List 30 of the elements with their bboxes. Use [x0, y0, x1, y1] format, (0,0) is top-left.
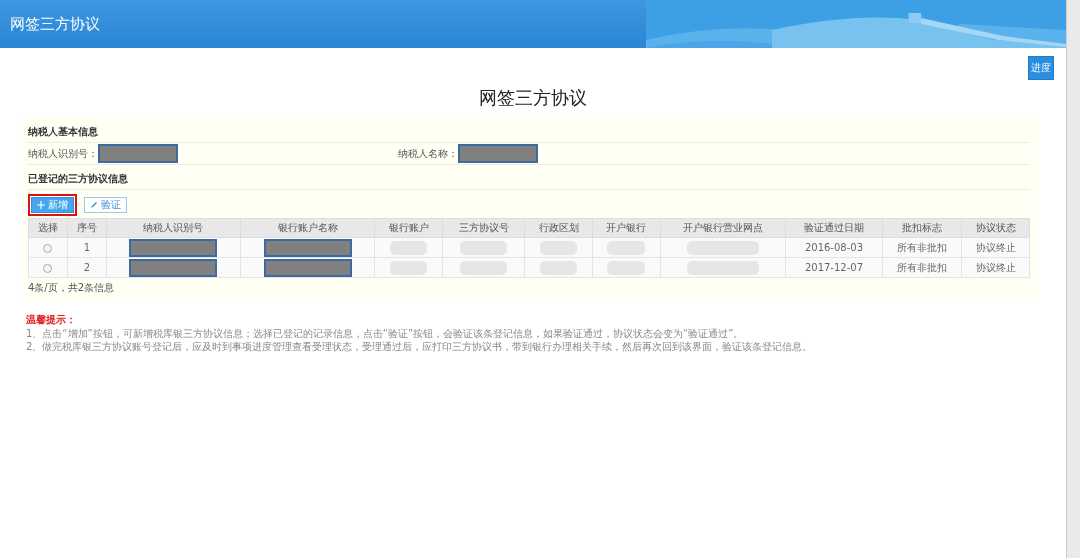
- scrollbar[interactable]: [1066, 0, 1080, 558]
- pencil-icon: [90, 201, 98, 209]
- column-header: 开户银行营业网点: [660, 218, 786, 238]
- column-header: 验证通过日期: [785, 218, 883, 238]
- field-label: 纳税人名称：: [398, 146, 458, 161]
- column-header: 协议状态: [961, 218, 1030, 238]
- tip-text: 2、做完税库银三方协议账号登记后，应及时到事项进度管理查看受理状态，受理通过后，应打印三方协议书，带到银行办理相关手续，然后再次回到该界面，验证该条登记信息。: [26, 340, 814, 353]
- plus-icon: [37, 201, 45, 209]
- column-header: 批扣标志: [882, 218, 962, 238]
- progress-button[interactable]: 进度: [1028, 56, 1054, 80]
- section-heading: 纳税人基本信息: [28, 122, 1030, 143]
- column-header: 纳税人识别号: [106, 218, 241, 238]
- column-header: 银行账户: [374, 218, 443, 238]
- column-header: 开户银行: [592, 218, 661, 238]
- column-header: 序号: [67, 218, 107, 238]
- column-header: 选择: [28, 218, 68, 238]
- add-button[interactable]: 新增: [31, 197, 74, 213]
- column-header: 银行账户名称: [240, 218, 375, 238]
- column-header: 行政区划: [524, 218, 593, 238]
- radio-button[interactable]: [43, 243, 53, 253]
- column-header: 三方协议号: [442, 218, 525, 238]
- section-heading: 已登记的三方协议信息: [28, 169, 1030, 190]
- app-title: 网签三方协议: [9, 14, 100, 34]
- radio-button[interactable]: [43, 263, 53, 273]
- field-label: 纳税人识别号：: [28, 146, 98, 161]
- pagination-info: 4条/页，共2条信息: [28, 281, 116, 295]
- page-title: 网签三方协议: [478, 86, 588, 110]
- verify-button[interactable]: 验证: [84, 197, 127, 213]
- tip-text: 1、点击“增加”按钮，可新增税库银三方协议信息；选择已登记的记录信息，点击“验证”按钮，会验证该条登记信息，如果验证通过，协议状态会变为“验证通过”。: [26, 327, 745, 340]
- tips-title: 温馨提示：: [26, 313, 77, 327]
